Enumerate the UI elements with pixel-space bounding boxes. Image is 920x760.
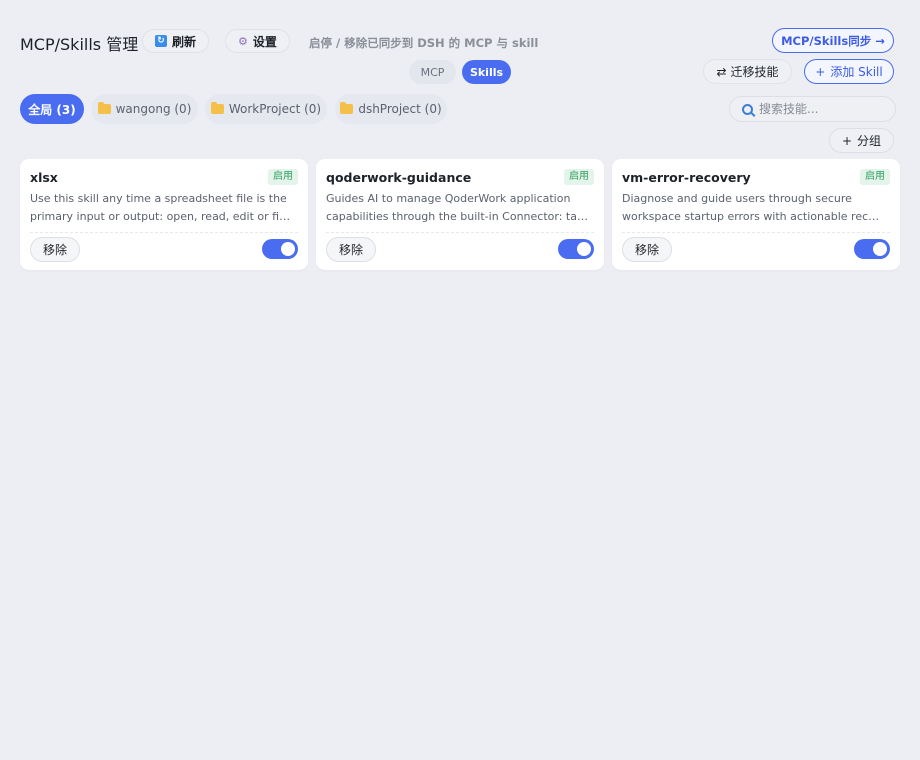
migrate-label: 迁移技能 — [730, 65, 779, 79]
settings-button[interactable]: ⚙ 设置 — [225, 29, 290, 53]
group-tab-label: WorkProject (0) — [228, 102, 322, 116]
status-badge: 启用 — [268, 169, 298, 185]
card-divider — [326, 232, 594, 233]
skill-description: Guides AI to manage QoderWork applicatio… — [326, 190, 588, 226]
skill-card: xlsx 启用 Use this skill any time a spread… — [20, 159, 308, 270]
migrate-skills-button[interactable]: ⇄ 迁移技能 — [703, 59, 792, 84]
tab-mcp[interactable]: MCP — [409, 60, 456, 84]
group-label: 分组 — [857, 134, 882, 148]
remove-button[interactable]: 移除 — [622, 237, 672, 262]
remove-button[interactable]: 移除 — [326, 237, 376, 262]
skill-description: Use this skill any time a spreadsheet fi… — [30, 190, 292, 226]
card-divider — [30, 232, 298, 233]
remove-button[interactable]: 移除 — [30, 237, 80, 262]
add-group-button[interactable]: + 分组 — [829, 128, 894, 153]
skill-description-line: Use this skill any time a spreadsheet fi… — [30, 192, 287, 205]
skill-description: Diagnose and guide users through secure … — [622, 190, 884, 226]
swap-arrows-icon: ⇄ — [716, 64, 727, 79]
gear-icon: ⚙ — [238, 34, 248, 48]
enable-toggle[interactable] — [854, 239, 890, 259]
add-skill-button[interactable]: + 添加 Skill — [804, 59, 894, 84]
refresh-button[interactable]: ↻ 刷新 — [142, 29, 210, 53]
enable-toggle[interactable] — [262, 239, 298, 259]
enable-toggle[interactable] — [558, 239, 594, 259]
group-tab-label: 全局 (3) — [28, 102, 76, 117]
status-badge: 启用 — [564, 169, 594, 185]
skill-description-line: primary input or output: open, read, edi… — [30, 210, 292, 223]
skill-name: vm-error-recovery — [622, 170, 751, 185]
group-tab-wangong[interactable]: wangong (0) — [91, 94, 198, 124]
group-tab-workproject[interactable]: WorkProject (0) — [205, 94, 327, 124]
skill-description-line: workspace startup errors with actionable… — [622, 210, 884, 223]
add-skill-label: 添加 Skill — [830, 65, 883, 79]
skill-description-line: capabilities through the built-in Connec… — [326, 210, 588, 223]
group-tab-dshproject[interactable]: dshProject (0) — [335, 94, 447, 124]
sync-button[interactable]: MCP/Skills同步 → — [772, 28, 894, 53]
refresh-icon: ↻ — [155, 35, 167, 47]
skill-description-line: Diagnose and guide users through secure — [622, 192, 852, 205]
settings-label: 设置 — [252, 34, 277, 49]
folder-icon — [210, 102, 224, 114]
plus-icon: + — [841, 133, 853, 148]
page-title: MCP/Skills 管理 — [20, 35, 139, 54]
skill-search[interactable] — [729, 96, 896, 122]
group-tab-global[interactable]: 全局 (3) — [20, 94, 84, 124]
skill-name: xlsx — [30, 170, 58, 185]
folder-icon — [340, 102, 354, 114]
tab-skills[interactable]: Skills — [462, 60, 511, 84]
search-input[interactable] — [759, 102, 889, 116]
group-tab-label: dshProject (0) — [358, 102, 442, 116]
skill-card: qoderwork-guidance 启用 Guides AI to manag… — [316, 159, 604, 270]
folder-icon — [97, 102, 111, 114]
search-icon — [742, 103, 753, 115]
card-divider — [622, 232, 890, 233]
plus-icon: + — [815, 64, 826, 79]
group-tab-label: wangong (0) — [115, 102, 192, 116]
status-badge: 启用 — [860, 169, 890, 185]
refresh-label: 刷新 — [172, 34, 197, 49]
page-hint: 启停 / 移除已同步到 DSH 的 MCP 与 skill — [309, 36, 539, 50]
skill-description-line: Guides AI to manage QoderWork applicatio… — [326, 192, 571, 205]
skill-card: vm-error-recovery 启用 Diagnose and guide … — [612, 159, 900, 270]
skill-name: qoderwork-guidance — [326, 170, 472, 185]
